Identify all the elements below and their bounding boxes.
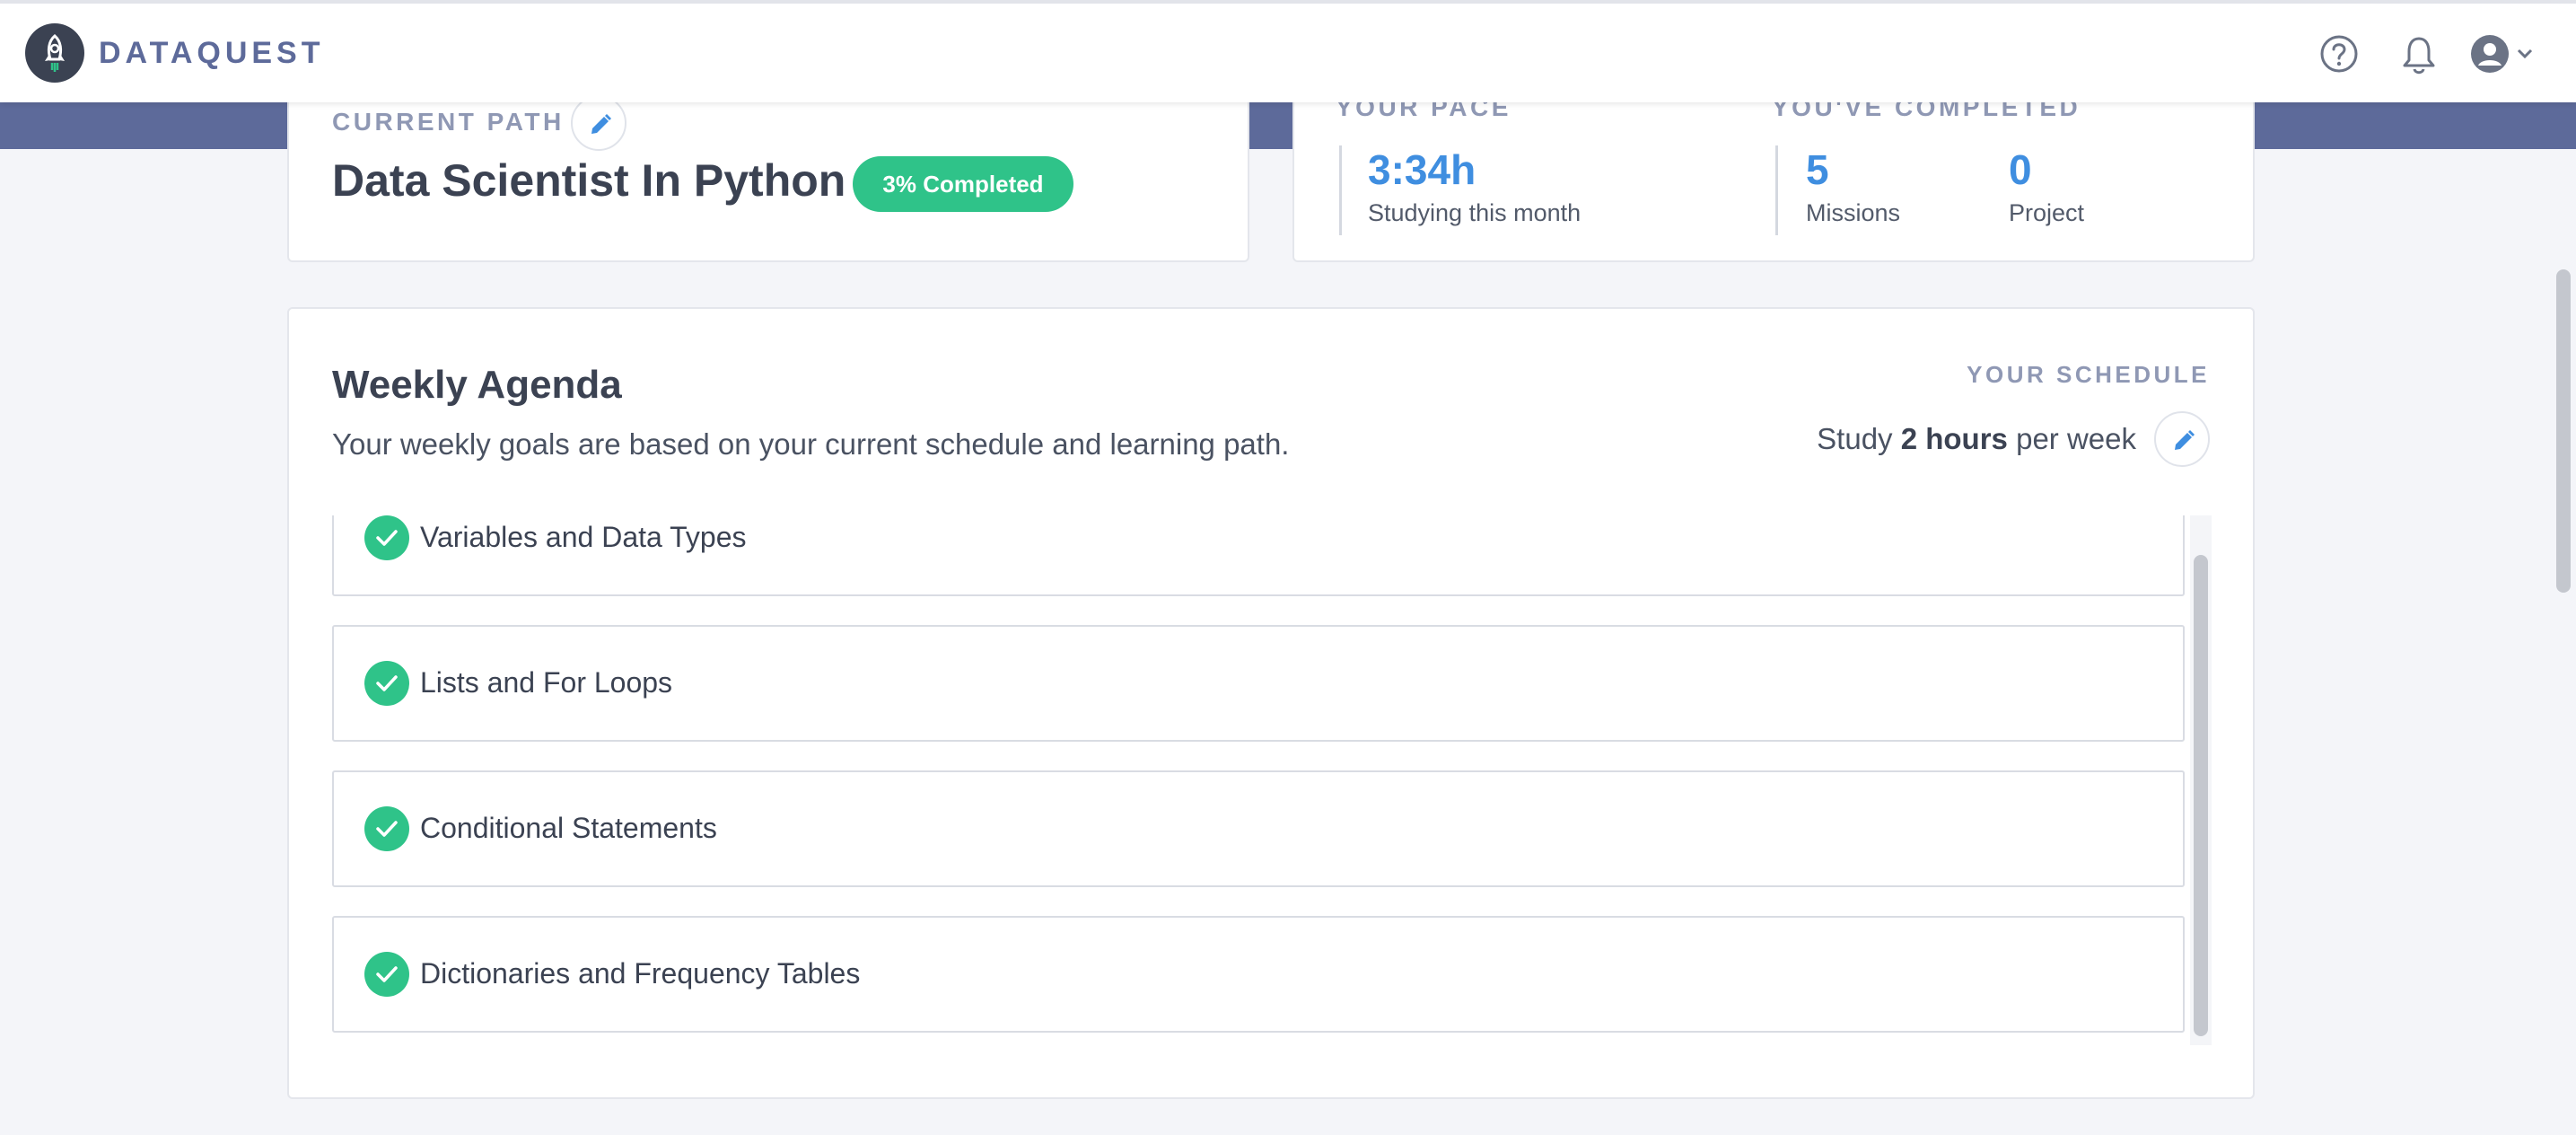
progress-badge: 3% Completed xyxy=(853,156,1073,212)
completed-divider xyxy=(1775,145,1778,235)
help-icon[interactable] xyxy=(2319,34,2359,74)
agenda-description: Your weekly goals are based on your curr… xyxy=(332,427,1290,461)
study-time-label: Studying this month xyxy=(1368,199,1582,226)
mission-item[interactable]: Lists and For Loops xyxy=(332,625,2185,742)
schedule-summary: Study 2 hours per week xyxy=(1817,422,2136,456)
edit-path-button[interactable] xyxy=(571,95,626,151)
current-path-eyebrow: CURRENT PATH xyxy=(332,108,565,136)
page-scrollbar[interactable] xyxy=(2556,269,2571,593)
mission-list[interactable]: Variables and Data Types Lists and For L… xyxy=(332,515,2212,1045)
mission-label: Variables and Data Types xyxy=(420,521,747,553)
agenda-title: Weekly Agenda xyxy=(332,363,622,407)
mission-item[interactable]: Dictionaries and Frequency Tables xyxy=(332,916,2185,1033)
rocket-logo-icon[interactable] xyxy=(25,23,84,83)
mission-item[interactable]: Variables and Data Types xyxy=(332,515,2185,596)
weekly-agenda-card: Weekly Agenda Your weekly goals are base… xyxy=(287,307,2255,1099)
study-time-value: 3:34h xyxy=(1368,146,1476,193)
schedule-eyebrow: YOUR SCHEDULE xyxy=(1967,361,2210,388)
mission-list-scrollbar[interactable] xyxy=(2190,515,2212,1045)
check-circle-icon xyxy=(364,952,409,997)
user-avatar-icon[interactable] xyxy=(2470,34,2510,74)
mission-list-scroll-thumb[interactable] xyxy=(2194,555,2208,1036)
project-label: Project xyxy=(2009,199,2085,226)
pencil-icon xyxy=(591,114,611,134)
project-count: 0 xyxy=(2009,146,2032,193)
check-circle-icon xyxy=(364,515,409,560)
mission-label: Conditional Statements xyxy=(420,812,717,844)
bell-icon[interactable] xyxy=(2400,34,2438,75)
chevron-down-icon[interactable] xyxy=(2517,48,2533,59)
schedule-suffix: per week xyxy=(2007,422,2136,455)
missions-label: Missions xyxy=(1806,199,1901,226)
schedule-hours: 2 hours xyxy=(1900,422,2008,455)
pencil-icon xyxy=(2175,430,2195,450)
path-title: Data Scientist In Python xyxy=(332,155,846,206)
mission-label: Lists and For Loops xyxy=(420,666,673,699)
pace-divider xyxy=(1339,145,1342,235)
edit-schedule-button[interactable] xyxy=(2154,411,2210,467)
top-navigation-bar: DATAQUEST xyxy=(0,0,2576,102)
check-circle-icon xyxy=(364,661,409,706)
missions-count: 5 xyxy=(1806,146,1829,193)
schedule-prefix: Study xyxy=(1817,422,1901,455)
mission-label: Dictionaries and Frequency Tables xyxy=(420,957,861,990)
mission-item[interactable]: Conditional Statements xyxy=(332,770,2185,887)
check-circle-icon xyxy=(364,806,409,851)
brand-name[interactable]: DATAQUEST xyxy=(99,36,325,71)
